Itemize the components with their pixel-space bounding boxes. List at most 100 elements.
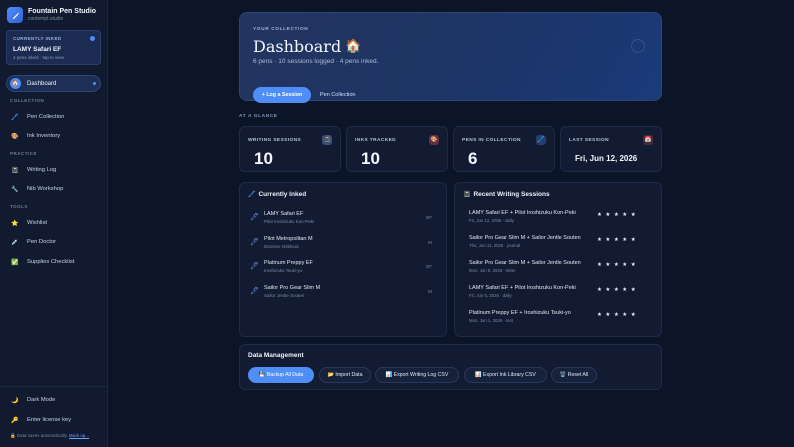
ink-name: Diamine Oxblood xyxy=(264,243,299,249)
session-title: Sailor Pro Gear Slim M + Sailor Jentle S… xyxy=(469,260,581,266)
panel-title-text: Currently Inked xyxy=(258,191,307,198)
session-title: Platinum Preppy EF + Iroshizuku Tsuki-yo xyxy=(469,310,571,316)
rating-stars: ★★★★★ xyxy=(597,262,640,268)
stat-card-last-session: LAST SESSION 📅 Fri, Jun 12, 2026 xyxy=(560,126,662,172)
reset-all-button[interactable]: 🗑️ Reset All xyxy=(551,367,597,383)
session-meta: Fri, Jun 5, 2026 · daily xyxy=(469,293,512,298)
moon-icon: 🌙 xyxy=(11,397,19,404)
list-item[interactable]: 🖊 LAMY Safari EF Pilot Iroshizuku Kon-Pek… xyxy=(250,207,438,227)
pen-icon: 🖊️ xyxy=(536,135,546,145)
sidebar-item-wishlist[interactable]: ⭐ Wishlist xyxy=(6,216,101,230)
pen-icon: 🖊 xyxy=(250,239,259,246)
sidebar-item-label: Pen Collection xyxy=(27,114,65,120)
nib-size: M xyxy=(428,288,432,294)
stat-value: Fri, Jun 12, 2026 xyxy=(575,154,638,163)
nib-size: EF xyxy=(426,214,432,220)
sidebar-item-nib-workshop[interactable]: 🔧 Nib Workshop xyxy=(6,182,101,196)
panel-title: 📓 Recent Writing Sessions xyxy=(463,191,550,198)
ink-name: Iroshizuku Tsuki-yo xyxy=(264,267,303,273)
rating-stars: ★★★★★ xyxy=(597,237,640,243)
sidebar-item-label: Wishlist xyxy=(27,220,47,226)
sidebar-item-pen-doctor[interactable]: 💉 Pen Doctor xyxy=(6,235,101,249)
backup-link[interactable]: Back up... xyxy=(69,433,89,438)
session-meta: Mon, Jun 8, 2026 · letter xyxy=(469,268,516,273)
license-key-button[interactable]: 🔑 Enter license key xyxy=(6,413,101,427)
pen-icon: 🖊 xyxy=(250,288,259,295)
import-data-button[interactable]: 📂 Import Data xyxy=(319,367,371,383)
table-row[interactable]: Platinum Preppy EF + Iroshizuku Tsuki-yo… xyxy=(469,307,659,327)
data-management-panel: Data Management 💾 Backup All Data 📂 Impo… xyxy=(239,344,662,390)
list-item[interactable]: 🖊 Sailor Pro Gear Slim M Sailor Jentle So… xyxy=(250,281,438,301)
sidebar-item-supplies-checklist[interactable]: ✅ Supplies Checklist xyxy=(6,255,101,269)
currently-inked-panel: 🖊️ Currently Inked 🖊 LAMY Safari EF Pilot… xyxy=(239,182,447,337)
stat-card-inks-tracked: INKS TRACKED 🎨 10 xyxy=(346,126,448,172)
app-root: Fountain Pen Studio contempt.studio CURR… xyxy=(0,0,794,447)
pen-name: Pilot Metropolitan M xyxy=(264,235,313,242)
rating-stars: ★★★★★ xyxy=(597,312,640,318)
stat-label: PENS IN COLLECTION xyxy=(462,138,521,143)
table-row[interactable]: LAMY Safari EF + Pilot Iroshizuku Kon-Pe… xyxy=(469,207,659,227)
list-item[interactable]: 🖊 Pilot Metropolitan M Diamine Oxblood M xyxy=(250,232,438,252)
pen-name: Sailor Pro Gear Slim M xyxy=(264,284,321,291)
ink-name: Sailor Jentle Souten xyxy=(264,292,305,298)
pen-logo-icon xyxy=(7,7,23,23)
autosave-footer: 🔒 Data saves automatically. Back up... xyxy=(10,433,89,439)
pen-icon: 🖊 xyxy=(250,214,259,221)
session-title: LAMY Safari EF + Pilot Iroshizuku Kon-Pe… xyxy=(469,285,576,291)
sidebar-item-label: Nib Workshop xyxy=(27,186,64,192)
table-row[interactable]: Sailor Pro Gear Slim M + Sailor Jentle S… xyxy=(469,232,659,252)
brand[interactable]: Fountain Pen Studio contempt.studio xyxy=(7,7,96,23)
section-label-practice: PRACTICE xyxy=(10,151,38,156)
export-writing-log-button[interactable]: 📊 Export Writing Log CSV xyxy=(375,367,459,383)
table-row[interactable]: LAMY Safari EF + Pilot Iroshizuku Kon-Pe… xyxy=(469,282,659,302)
sidebar-item-dashboard[interactable]: 🏠 Dashboard xyxy=(6,75,101,92)
currently-inked-title: LAMY Safari EF xyxy=(13,46,62,53)
notebook-icon: 📓 xyxy=(322,135,332,145)
log-session-button[interactable]: + Log a Session xyxy=(253,87,311,103)
table-row[interactable]: Sailor Pro Gear Slim M + Sailor Jentle S… xyxy=(469,257,659,277)
key-icon: 🔑 xyxy=(11,417,19,424)
backup-all-button[interactable]: 💾 Backup All Data xyxy=(248,367,314,383)
at-a-glance-label: AT A GLANCE xyxy=(239,114,278,119)
palette-icon: 🎨 xyxy=(429,135,439,145)
sidebar-item-ink-inventory[interactable]: 🎨 Ink Inventory xyxy=(6,129,101,143)
session-meta: Mon, Jun 1, 2026 · test xyxy=(469,318,513,323)
hero-subtitle: 6 pens · 10 sessions logged · 4 pens ink… xyxy=(253,58,379,65)
home-icon: 🏠 xyxy=(10,78,21,89)
home-icon: 🏠 xyxy=(345,39,362,54)
active-indicator-icon xyxy=(93,82,96,85)
wrench-icon: 🔧 xyxy=(11,186,19,193)
sidebar-item-label: Dashboard xyxy=(27,80,57,87)
currently-inked-label: CURRENTLY INKED xyxy=(13,36,62,41)
stat-value: 10 xyxy=(361,149,380,168)
dark-mode-label: Dark Mode xyxy=(27,397,56,403)
pen-icon: 🖊 xyxy=(250,263,259,270)
currently-inked-card[interactable]: CURRENTLY INKED LAMY Safari EF 4 pens in… xyxy=(6,30,101,65)
stat-card-pens-in-collection: PENS IN COLLECTION 🖊️ 6 xyxy=(453,126,555,172)
session-meta: Thu, Jun 11, 2026 · journal xyxy=(469,243,521,248)
export-ink-library-button[interactable]: 📊 Export Ink Library CSV xyxy=(464,367,547,383)
autosave-text: Data saves automatically. xyxy=(16,433,68,438)
panel-title: Data Management xyxy=(248,352,304,359)
dark-mode-toggle[interactable]: 🌙 Dark Mode xyxy=(6,393,101,407)
sidebar-item-pen-collection[interactable]: 🖊️ Pen Collection xyxy=(6,110,101,124)
stat-label: LAST SESSION xyxy=(569,138,609,143)
pen-collection-button[interactable]: Pen Collection xyxy=(320,87,355,103)
pen-icon: 🖊️ xyxy=(248,192,256,198)
section-label-collection: COLLECTION xyxy=(10,98,45,103)
list-item[interactable]: 🖊 Platinum Preppy EF Iroshizuku Tsuki-yo … xyxy=(250,256,438,276)
sidebar: Fountain Pen Studio contempt.studio CURR… xyxy=(0,0,108,447)
star-icon: ⭐ xyxy=(11,220,19,227)
rating-stars: ★★★★★ xyxy=(597,287,640,293)
palette-icon: 🎨 xyxy=(11,133,19,140)
session-title: Sailor Pro Gear Slim M + Sailor Jentle S… xyxy=(469,235,581,241)
notebook-icon: 📓 xyxy=(11,167,19,174)
sidebar-item-writing-log[interactable]: 📓 Writing Log xyxy=(6,163,101,177)
nib-size: EF xyxy=(426,263,432,269)
session-meta: Fri, Jun 12, 2026 · daily xyxy=(469,218,514,223)
section-label-tools: TOOLS xyxy=(10,204,28,209)
page-title-text: Dashboard xyxy=(253,37,342,56)
brand-subtitle: contempt.studio xyxy=(28,16,64,22)
sidebar-item-label: Pen Doctor xyxy=(27,239,56,245)
nib-size: M xyxy=(428,239,432,245)
